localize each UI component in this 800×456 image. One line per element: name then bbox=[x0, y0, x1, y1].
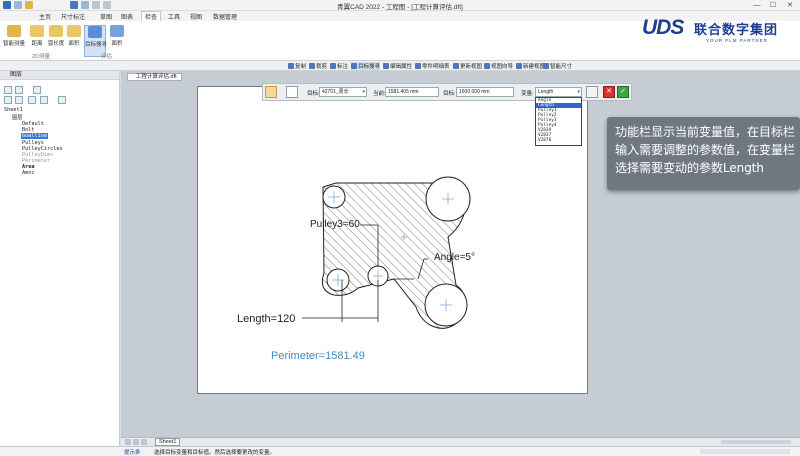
panel-tool-6-icon[interactable] bbox=[28, 96, 36, 104]
group-2d-measure: 2D测量 bbox=[32, 54, 51, 60]
crop-button[interactable]: 裁剪 bbox=[309, 62, 327, 70]
label-perimeter: Perimeter=1581.49 bbox=[271, 350, 365, 362]
new-view-button[interactable]: 新建视图 bbox=[516, 62, 545, 70]
properties-icon bbox=[383, 63, 389, 69]
goal-seek-icon bbox=[88, 26, 102, 38]
variable-label: 变量: bbox=[521, 91, 534, 97]
goal-seek-small-icon bbox=[351, 63, 357, 69]
tree-item-goalline[interactable]: Goalline bbox=[21, 133, 48, 139]
goal-select[interactable]: 42701_周长 ▾ bbox=[319, 87, 367, 97]
next-sheet-icon[interactable] bbox=[141, 439, 147, 445]
tab-chart[interactable]: 图表 bbox=[118, 12, 136, 21]
copy-icon bbox=[288, 63, 294, 69]
tree-item-amnc[interactable]: Amnc bbox=[22, 170, 35, 176]
panel-tool-5-icon[interactable] bbox=[15, 96, 23, 104]
drawing-canvas[interactable]: Pulley3=60 Angle=5° Length=120 Perimeter… bbox=[198, 87, 589, 395]
smart-measure-button[interactable]: 智能测量 bbox=[2, 25, 26, 57]
prev-sheet-icon[interactable] bbox=[133, 439, 139, 445]
parts-list-icon bbox=[415, 63, 421, 69]
tree-item-layers[interactable]: 图层 bbox=[12, 114, 22, 121]
update-view-icon bbox=[453, 63, 459, 69]
parts-list-button[interactable]: 零件明细表 bbox=[415, 62, 450, 70]
group-evaluate: 评估 bbox=[101, 54, 113, 60]
accept-icon[interactable]: ✓ bbox=[617, 86, 629, 98]
copy-button[interactable]: 复制 bbox=[288, 62, 306, 70]
distance-icon bbox=[30, 25, 44, 37]
area-icon bbox=[67, 25, 81, 37]
arc-icon bbox=[49, 25, 63, 37]
sheet-tab-sheet1[interactable]: Sheet1 bbox=[155, 438, 181, 446]
cancel-icon[interactable]: ✕ bbox=[603, 86, 615, 98]
document-tab[interactable]: 工程计算评估.dft bbox=[127, 73, 182, 81]
panel-tool-7-icon[interactable] bbox=[40, 96, 48, 104]
current-label: 当前: bbox=[373, 91, 386, 97]
goal-seek-bar-icon[interactable] bbox=[265, 86, 277, 98]
area-eval-icon bbox=[110, 25, 124, 37]
dropdown-option[interactable]: V2870 bbox=[536, 138, 581, 143]
tab-sketch[interactable]: 草图 bbox=[97, 12, 115, 21]
drawing-sheet[interactable]: Pulley3=60 Angle=5° Length=120 Perimeter… bbox=[197, 86, 588, 394]
annotate-button[interactable]: 标注 bbox=[330, 62, 348, 70]
tab-view[interactable]: 视图 bbox=[187, 12, 205, 21]
minimize-button[interactable]: — bbox=[750, 0, 764, 11]
window-title: 青翼CAD 2022 - 工程图 - [工程计算评估.dft] bbox=[337, 4, 463, 11]
sheet-tabs-bar: Sheet1 bbox=[121, 437, 800, 446]
smart-dimension-icon bbox=[543, 63, 549, 69]
chevron-down-icon: ▾ bbox=[362, 89, 365, 95]
update-view-button[interactable]: 更新视图 bbox=[453, 62, 482, 70]
status-bar: 提示条 选择目标变量和目标值。然后选择要更改的变量。 bbox=[0, 446, 800, 456]
variable-dropdown-list[interactable]: Angle Length Pulley1 Pulley2 Pulley3 Pul… bbox=[535, 97, 582, 146]
chevron-down-icon: ▾ bbox=[577, 89, 580, 95]
tree-item-sheet1[interactable]: Sheet1 bbox=[4, 107, 23, 113]
tab-inspect[interactable]: 检查 bbox=[141, 11, 162, 21]
tab-dimension[interactable]: 尺寸标注 bbox=[58, 12, 88, 21]
current-value-field: 1581.405 mm bbox=[385, 87, 439, 97]
panel-tool-3-icon[interactable] bbox=[33, 86, 41, 94]
panel-tool-2-icon[interactable] bbox=[15, 86, 23, 94]
prompt-tab[interactable]: 提示条 bbox=[124, 448, 141, 456]
label-pulley3: Pulley3=60 bbox=[310, 219, 360, 230]
uds-logo: UDS 联合数字集团 YOUR PLM PARTNER bbox=[642, 16, 779, 43]
title-bar: 青翼CAD 2022 - 工程图 - [工程计算评估.dft] — ☐ ✕ bbox=[0, 0, 800, 11]
callout-text: 功能栏显示当前变量值，在目标栏输入需要调整的参数值，在变量栏选择需要变动的参数L… bbox=[615, 125, 795, 175]
tab-data-management[interactable]: 数据管理 bbox=[210, 12, 240, 21]
label-length: Length=120 bbox=[237, 313, 295, 325]
new-view-icon bbox=[516, 63, 522, 69]
layer-panel: 图层 Sheet1 图层 Default Bolt Goalline Pulle… bbox=[0, 71, 120, 456]
label-angle: Angle=5° bbox=[434, 252, 475, 263]
goal-label: 目标: bbox=[307, 91, 320, 97]
panel-tool-1-icon[interactable] bbox=[4, 86, 12, 94]
variable-select[interactable]: Length ▾ bbox=[535, 87, 582, 97]
tab-tools[interactable]: 工具 bbox=[165, 12, 183, 21]
crop-icon bbox=[309, 63, 315, 69]
status-message: 选择目标变量和目标值。然后选择要更改的变量。 bbox=[154, 450, 276, 456]
explanation-callout: 功能栏显示当前变量值，在目标栏输入需要调整的参数值，在变量栏选择需要变动的参数L… bbox=[607, 117, 800, 190]
smart-dimension-button[interactable]: 智能尺寸 bbox=[543, 62, 572, 70]
pick-goal-icon[interactable] bbox=[286, 86, 298, 98]
secondary-toolbar: 复制 裁剪 标注 目标搜寻 编辑属性 零件明细表 更新视图 视图向导 新建视图 … bbox=[0, 61, 800, 71]
view-wizard-button[interactable]: 视图向导 bbox=[484, 62, 513, 70]
goal-seek-toolbar-button[interactable]: 目标搜寻 bbox=[351, 62, 381, 70]
area-button[interactable]: 面积 bbox=[64, 25, 84, 57]
annotate-icon bbox=[330, 63, 336, 69]
layer-panel-header: 图层 bbox=[0, 71, 119, 80]
status-tools bbox=[700, 449, 790, 454]
first-sheet-icon[interactable] bbox=[125, 439, 131, 445]
close-button[interactable]: ✕ bbox=[783, 0, 797, 11]
panel-tool-4-icon[interactable] bbox=[4, 96, 12, 104]
maximize-button[interactable]: ☐ bbox=[766, 0, 780, 11]
view-wizard-icon bbox=[484, 63, 490, 69]
panel-tool-8-icon[interactable] bbox=[58, 96, 66, 104]
horizontal-scrollbar[interactable] bbox=[721, 440, 791, 444]
ruler-icon bbox=[7, 25, 21, 37]
target-label: 目标: bbox=[443, 91, 456, 97]
target-value-input[interactable]: 1600.000 mm bbox=[456, 87, 514, 97]
pick-variable-icon[interactable] bbox=[586, 86, 598, 98]
tab-home[interactable]: 主页 bbox=[36, 12, 54, 21]
edit-properties-button[interactable]: 编辑属性 bbox=[383, 62, 412, 70]
